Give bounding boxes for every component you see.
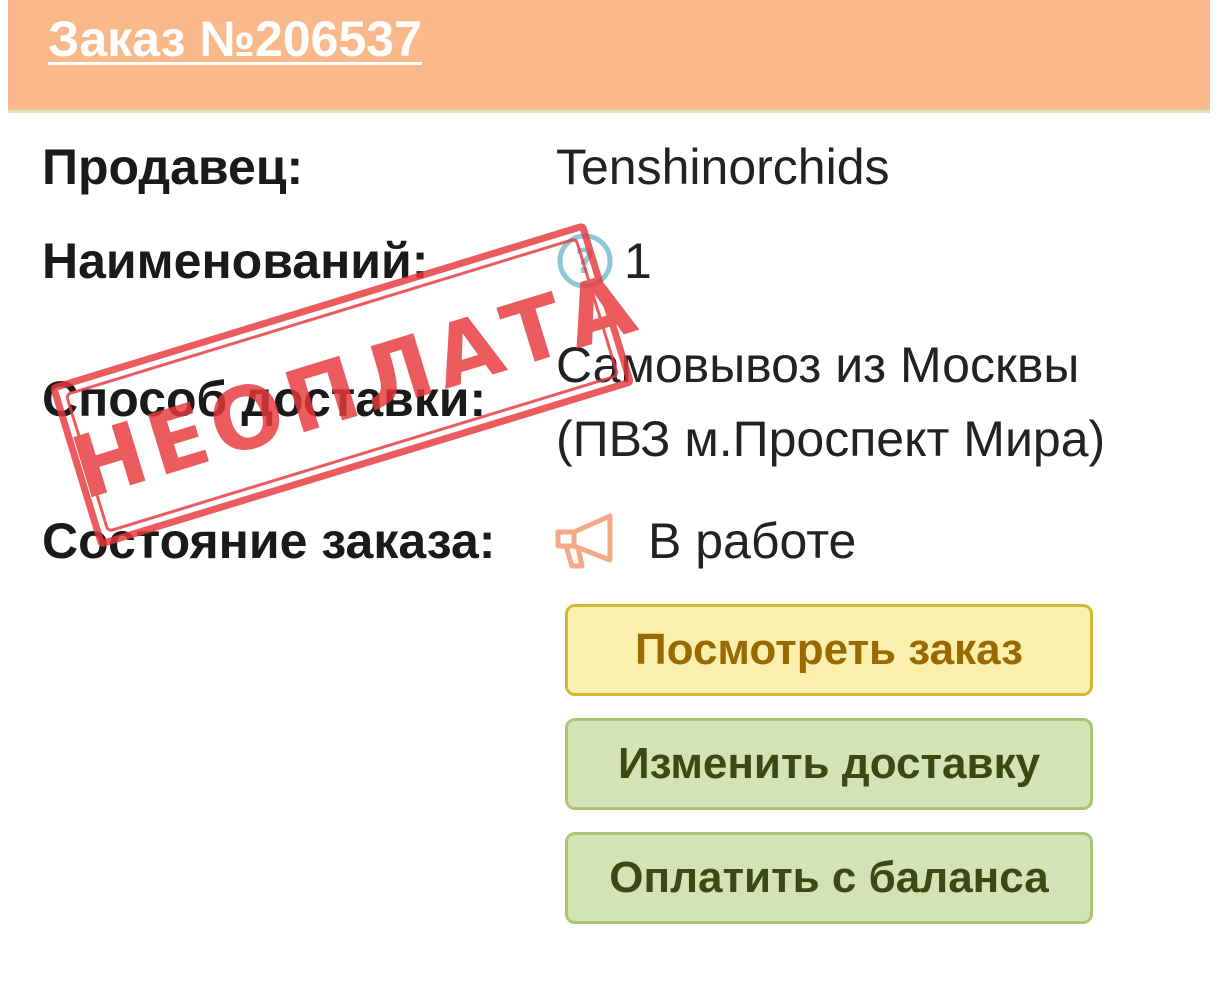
items-count: 1 [624, 233, 652, 289]
order-card: Заказ №206537 Продавец: Tenshinorchids Н… [0, 0, 1218, 1000]
change-delivery-button[interactable]: Изменить доставку [565, 718, 1093, 810]
svg-text:?: ? [575, 242, 595, 282]
order-header: Заказ №206537 [8, 0, 1210, 113]
pay-from-balance-button[interactable]: Оплатить с баланса [565, 832, 1093, 924]
delivery-label: Способ доставки: [42, 371, 487, 427]
question-circle-icon[interactable]: ? [556, 232, 614, 290]
order-title-link[interactable]: Заказ №206537 [48, 10, 422, 68]
view-order-button[interactable]: Посмотреть заказ [565, 604, 1093, 696]
status-label: Состояние заказа: [42, 513, 496, 569]
seller-value: Tenshinorchids [556, 139, 890, 195]
megaphone-icon [555, 513, 613, 569]
items-label: Наименований: [42, 233, 429, 289]
seller-label: Продавец: [42, 139, 304, 195]
status-value: В работе [648, 513, 857, 569]
delivery-value: Самовывоз из Москвы (ПВЗ м.Проспект Мира… [556, 337, 1106, 467]
